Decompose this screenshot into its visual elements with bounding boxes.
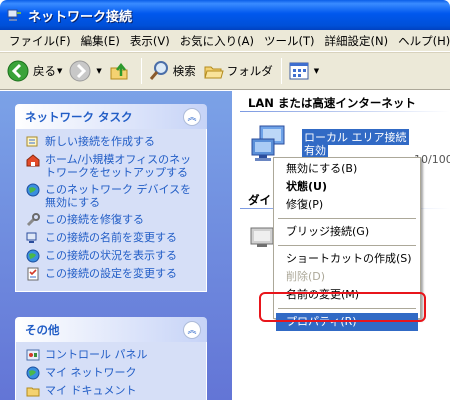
toolbar: 戻る ▼ ▼ 検索 フォルダ ▼: [0, 52, 450, 90]
menu-file[interactable]: ファイル(F): [4, 33, 76, 49]
title-bar: ネットワーク接続: [0, 0, 450, 30]
menu-advanced[interactable]: 詳細設定(N): [320, 33, 394, 49]
views-button[interactable]: ▼: [288, 60, 319, 82]
group-heading-lan: LAN または高速インターネット: [248, 96, 416, 110]
task-disable-device[interactable]: このネットワーク デバイスを無効にする: [26, 183, 200, 209]
other-places-panel: その他 ︽ コントロール パネル マイ ネットワーク マイ ドキュメント: [15, 317, 207, 400]
menu-tools[interactable]: ツール(T): [259, 33, 320, 49]
search-label: 検索: [172, 64, 196, 78]
new-connection-icon: [26, 136, 38, 147]
ctx-disable[interactable]: 無効にする(B): [276, 160, 418, 178]
task-label: このネットワーク デバイスを無効にする: [45, 183, 192, 209]
menu-separator: [278, 218, 416, 219]
menu-view[interactable]: 表示(V): [125, 33, 175, 49]
task-rename-connection[interactable]: この接続の名前を変更する: [26, 231, 200, 245]
group-heading-dialup: ダイ: [248, 193, 271, 207]
task-label: この接続の設定を変更する: [45, 267, 177, 280]
menu-help[interactable]: ヘルプ(H): [393, 33, 450, 49]
link-label: コントロール パネル: [45, 348, 148, 361]
folders-icon: [204, 66, 224, 79]
up-folder-icon: [110, 62, 128, 80]
search-icon: [149, 61, 168, 80]
toolbar-separator: [280, 58, 282, 84]
menu-favorites[interactable]: お気に入り(A): [175, 33, 259, 49]
back-button[interactable]: 戻る ▼: [6, 59, 62, 83]
network-globe-icon: [26, 183, 40, 197]
task-label: この接続を修復する: [45, 213, 144, 226]
network-tasks-title: ネットワーク タスク: [25, 109, 133, 124]
task-label: この接続の状況を表示する: [45, 249, 177, 262]
control-panel-icon: [26, 349, 40, 361]
menu-separator: [278, 245, 416, 246]
link-label: マイ ドキュメント: [45, 384, 137, 397]
network-connections-icon: [7, 9, 21, 21]
task-view-status[interactable]: この接続の状況を表示する: [26, 249, 200, 263]
task-change-settings[interactable]: この接続の設定を変更する: [26, 267, 200, 281]
ctx-status[interactable]: 状態(U): [276, 178, 418, 196]
link-label: マイ ネットワーク: [45, 366, 137, 379]
collapse-icon[interactable]: ︽: [183, 320, 201, 339]
my-network-icon: [26, 366, 40, 380]
other-places-title: その他: [25, 322, 60, 337]
task-repair-connection[interactable]: この接続を修復する: [26, 213, 200, 227]
collapse-icon[interactable]: ︽: [183, 107, 201, 126]
task-label: 新しい接続を作成する: [45, 135, 155, 148]
task-label: ホーム/小規模オフィスのネットワークをセットアップする: [45, 153, 192, 179]
status-globe-icon: [26, 249, 40, 263]
menu-bar: ファイル(F) 編集(E) 表示(V) お気に入り(A) ツール(T) 詳細設定…: [0, 30, 450, 52]
forward-button[interactable]: ▼: [68, 59, 102, 83]
annotation-highlight: [259, 292, 426, 322]
chevron-down-icon[interactable]: ▼: [314, 67, 319, 75]
wrench-icon: [26, 213, 40, 227]
network-tasks-header[interactable]: ネットワーク タスク ︽: [15, 104, 207, 129]
link-my-documents[interactable]: マイ ドキュメント: [26, 384, 200, 398]
group-divider: [240, 111, 450, 112]
chevron-down-icon[interactable]: ▼: [96, 67, 101, 75]
link-my-network[interactable]: マイ ネットワーク: [26, 366, 200, 380]
folders-button[interactable]: フォルダ: [202, 60, 273, 82]
task-pane: ネットワーク タスク ︽ 新しい接続を作成する ホーム/小規模オフィスのネットワ…: [0, 91, 232, 400]
ctx-create-shortcut[interactable]: ショートカットの作成(S): [276, 250, 418, 268]
settings-checklist-icon: [27, 267, 39, 281]
views-icon: [289, 62, 309, 80]
back-label: 戻る: [33, 64, 56, 78]
home-network-icon: [26, 154, 40, 167]
ctx-bridge[interactable]: ブリッジ接続(G): [276, 223, 418, 241]
search-button[interactable]: 検索: [148, 60, 196, 82]
network-tasks-panel: ネットワーク タスク ︽ 新しい接続を作成する ホーム/小規模オフィスのネットワ…: [15, 104, 207, 292]
ctx-repair[interactable]: 修復(P): [276, 196, 418, 214]
window-title: ネットワーク接続: [28, 9, 133, 25]
task-home-network-setup[interactable]: ホーム/小規模オフィスのネットワークをセットアップする: [26, 153, 200, 179]
link-control-panel[interactable]: コントロール パネル: [26, 348, 200, 362]
ctx-delete: 削除(D): [286, 270, 326, 283]
other-places-list: コントロール パネル マイ ネットワーク マイ ドキュメント: [15, 342, 207, 400]
connection-status: 有効: [302, 142, 328, 158]
forward-arrow-icon: [69, 60, 91, 82]
network-tasks-list: 新しい接続を作成する ホーム/小規模オフィスのネットワークをセットアップする こ…: [15, 129, 207, 292]
back-arrow-icon: [7, 60, 29, 82]
up-folder-button[interactable]: [108, 60, 133, 82]
other-places-header[interactable]: その他 ︽: [15, 317, 207, 342]
my-documents-icon: [26, 387, 40, 397]
rename-connection-icon: [26, 232, 37, 243]
chevron-down-icon[interactable]: ▼: [57, 67, 62, 75]
menu-edit[interactable]: 編集(E): [76, 33, 125, 49]
task-new-connection[interactable]: 新しい接続を作成する: [26, 135, 200, 149]
toolbar-separator: [140, 58, 142, 84]
task-label: この接続の名前を変更する: [45, 231, 177, 244]
folders-label: フォルダ: [226, 64, 273, 78]
